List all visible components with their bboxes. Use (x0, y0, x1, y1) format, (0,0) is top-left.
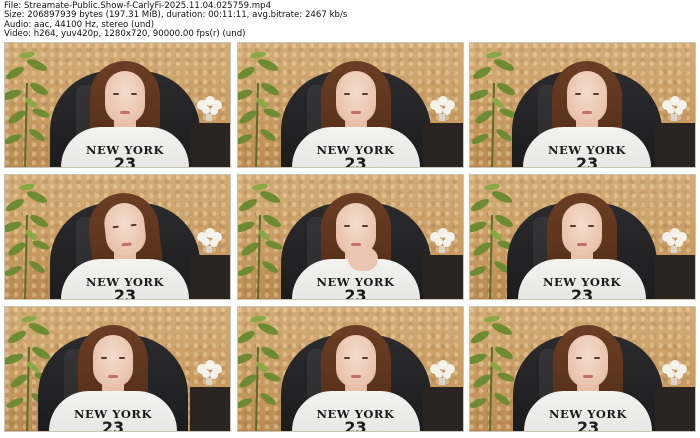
shirt-print-number: 23 (113, 154, 137, 168)
shirt-print-number: 23 (570, 286, 594, 300)
face (105, 71, 145, 123)
video-thumbnail[interactable]: NEW YORK 23 (236, 306, 464, 432)
left-eye (343, 225, 350, 227)
shelf (655, 255, 695, 299)
left-eye (576, 357, 582, 359)
flower-lamp-icon (659, 227, 689, 253)
shirt-print-number: 23 (575, 154, 599, 168)
lips (350, 375, 361, 378)
left-eye (343, 93, 350, 95)
video-thumbnail[interactable]: NEW YORK 23 (4, 174, 231, 300)
face (335, 71, 376, 123)
flower-lamp-icon (659, 359, 689, 385)
right-eye (361, 225, 368, 227)
thumbnail-grid: NEW YORK 23 NEW YORK 23 NEW YORK 23 NEW … (4, 42, 696, 434)
video-info-line: Video: h264, yuv420p, 1280x720, 90000.00… (4, 29, 246, 40)
media-info-header: File: Streamate-Public.Show-f-CarlyFi-20… (4, 1, 347, 40)
plant-icon (5, 43, 55, 167)
shirt-print-number: 23 (101, 418, 125, 432)
face (335, 335, 376, 387)
hand (347, 247, 378, 271)
lips (120, 111, 130, 114)
lips (350, 243, 361, 246)
flower-lamp-icon (427, 359, 457, 385)
face (562, 203, 602, 255)
flower-lamp-icon (194, 227, 224, 253)
shelf (655, 123, 695, 167)
video-thumbnail[interactable]: NEW YORK 23 (4, 306, 231, 432)
left-eye (112, 225, 119, 229)
shelf (190, 387, 230, 431)
video-thumbnail[interactable]: NEW YORK 23 (236, 42, 464, 168)
flower-lamp-icon (427, 95, 457, 121)
lips (577, 243, 587, 246)
video-thumbnail[interactable]: NEW YORK 23 (236, 174, 464, 300)
lips (121, 242, 132, 247)
plant-icon (237, 175, 288, 299)
flower-lamp-icon (659, 95, 689, 121)
lips (108, 375, 118, 378)
face (93, 335, 133, 387)
right-eye (361, 93, 368, 95)
left-eye (575, 93, 581, 95)
shelf (655, 387, 695, 431)
left-eye (113, 93, 119, 95)
shirt-print-number: 23 (113, 286, 137, 300)
shelf (190, 255, 230, 299)
right-eye (361, 357, 368, 359)
plant-icon (237, 43, 286, 167)
lips (582, 111, 592, 114)
plant-icon (5, 175, 55, 299)
left-eye (343, 357, 350, 359)
shirt-print-number: 23 (344, 286, 367, 300)
flower-lamp-icon (194, 359, 224, 385)
right-eye (594, 357, 600, 359)
left-eye (101, 357, 107, 359)
shelf (422, 387, 463, 431)
right-eye (588, 225, 594, 227)
shelf (422, 123, 463, 167)
right-eye (119, 357, 125, 359)
video-thumbnail[interactable]: NEW YORK 23 (469, 174, 696, 300)
right-eye (131, 93, 137, 95)
left-eye (570, 225, 576, 227)
face (567, 71, 607, 123)
flower-lamp-icon (194, 95, 224, 121)
video-thumbnail[interactable]: NEW YORK 23 (4, 42, 231, 168)
right-eye (130, 223, 137, 227)
right-eye (593, 93, 599, 95)
plant-icon (237, 307, 286, 431)
lips (583, 375, 593, 378)
lips (350, 111, 361, 114)
flower-lamp-icon (427, 227, 457, 253)
shirt-print-number: 23 (576, 418, 600, 432)
shelf (190, 123, 230, 167)
shelf (422, 255, 463, 299)
video-thumbnail[interactable]: NEW YORK 23 (469, 306, 696, 432)
shirt-print-number: 23 (344, 154, 367, 168)
shirt-print-number: 23 (344, 418, 367, 432)
video-thumbnail[interactable]: NEW YORK 23 (469, 42, 696, 168)
face (568, 335, 608, 387)
